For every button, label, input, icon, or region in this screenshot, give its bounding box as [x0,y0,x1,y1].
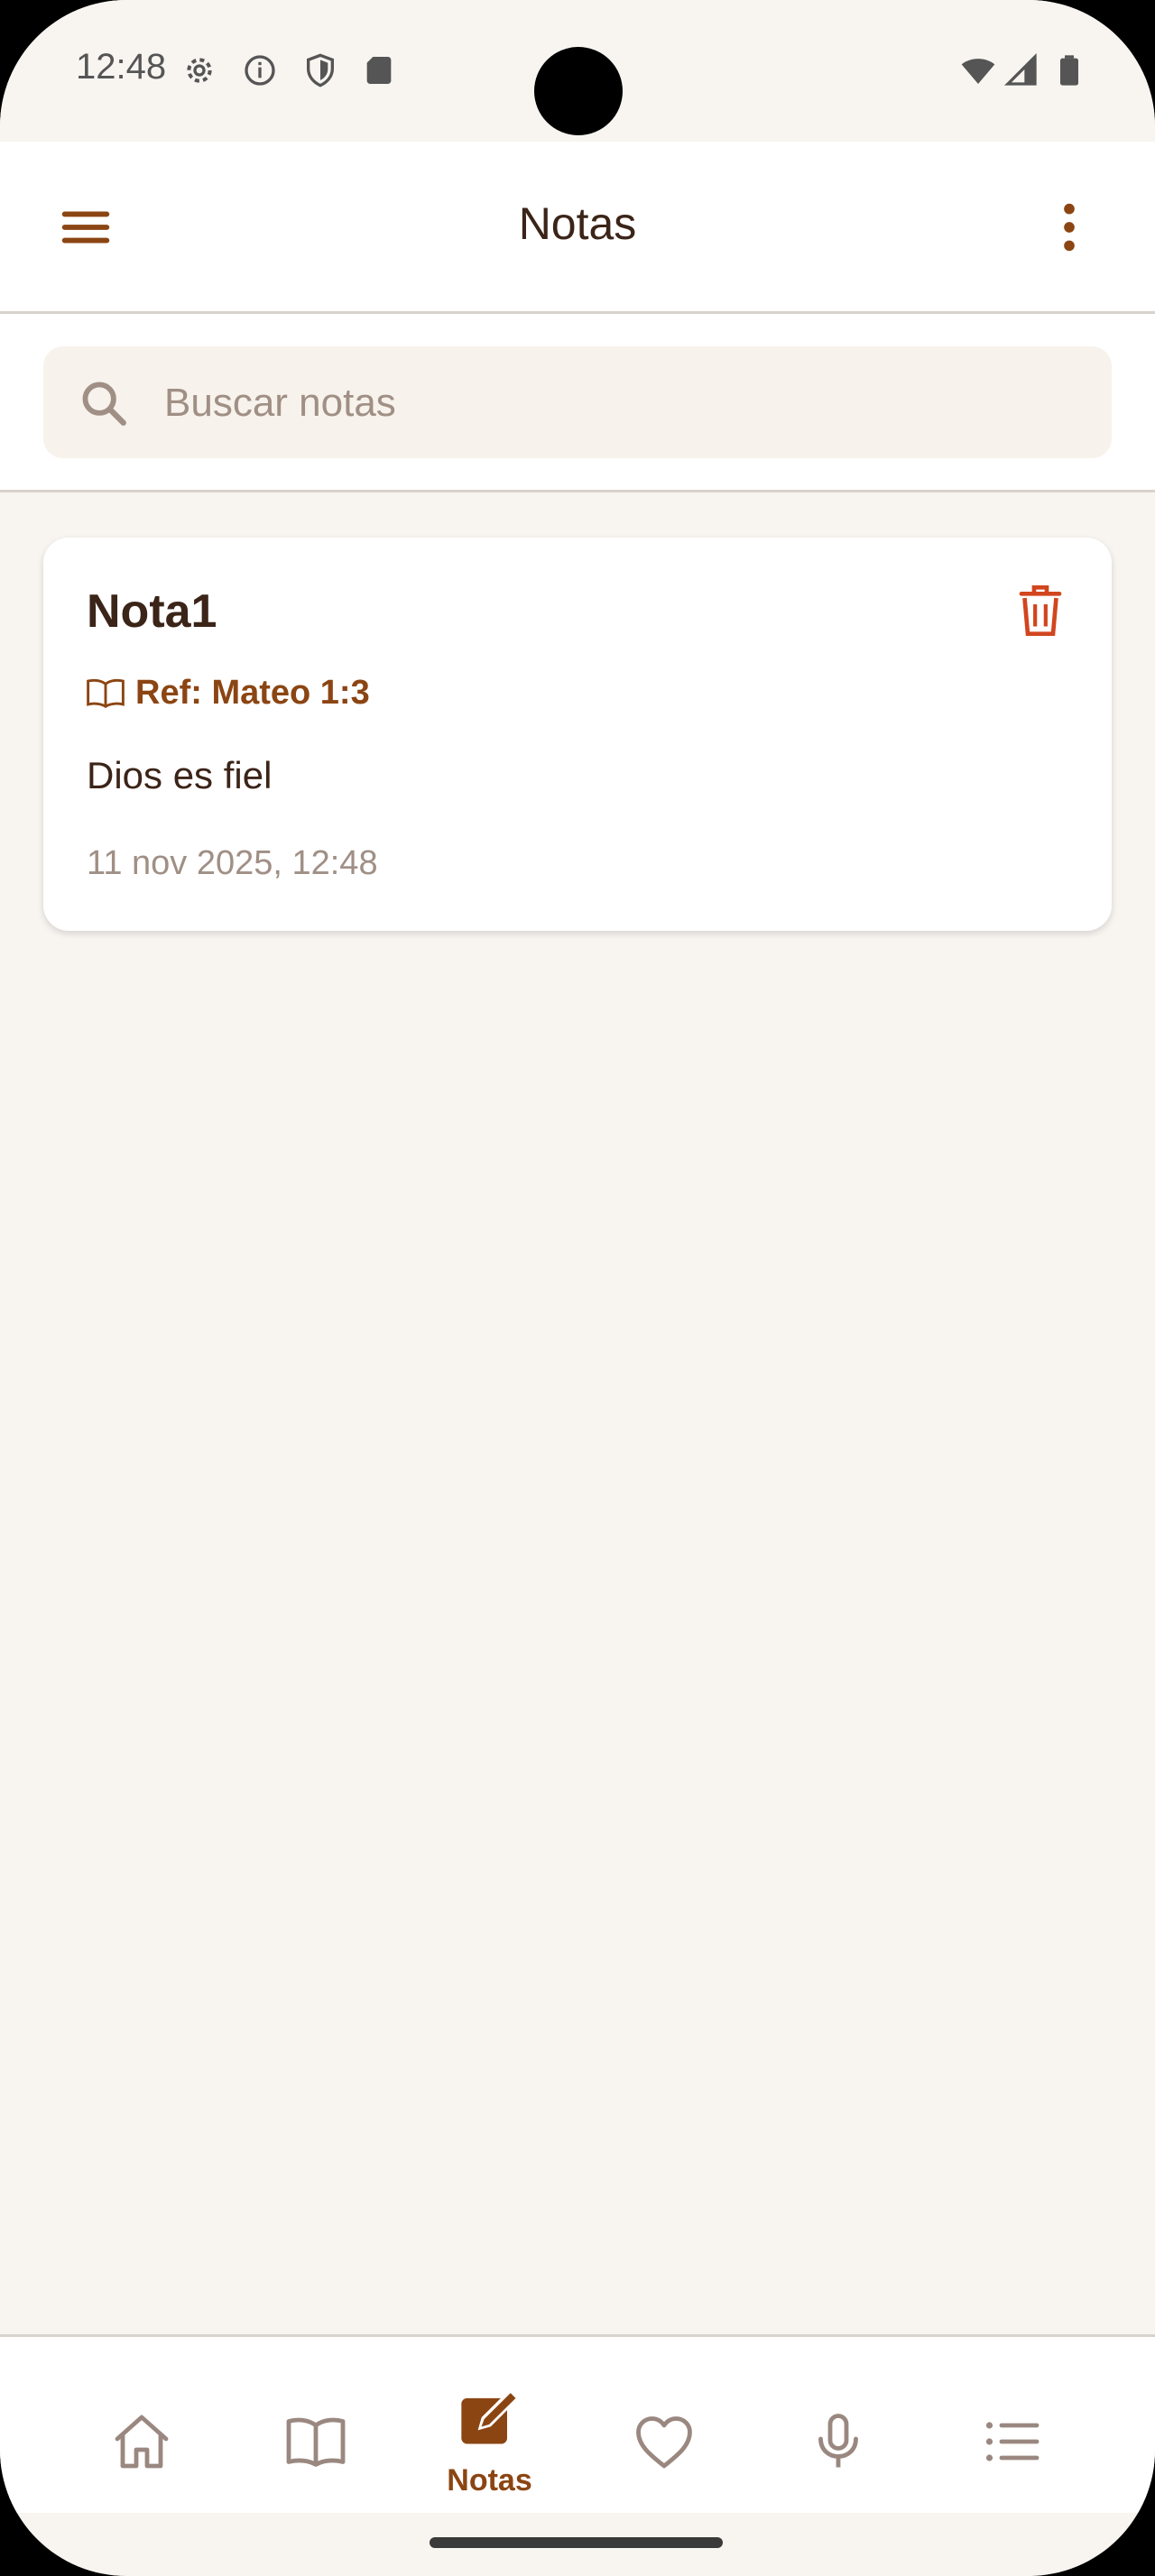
page-title: Notas [518,198,637,249]
nav-notes-label: Notas [447,2463,532,2498]
book-icon [286,2417,345,2467]
nav-notes[interactable]: Notas [393,2337,586,2513]
list-icon [985,2422,1039,2461]
search-input[interactable] [162,346,1068,460]
note-card[interactable]: Nota1 Ref: Mateo 1:3 Dios es fiel 11 nov… [43,538,1112,931]
info-icon [245,55,275,86]
note-reference: Ref: Mateo 1:3 [87,673,370,713]
wifi-icon [961,59,995,84]
heart-icon [635,2416,692,2469]
nav-menu-list[interactable] [916,2337,1108,2513]
search-icon [82,382,126,426]
search-bar[interactable] [43,346,1112,460]
microphone-icon [818,2414,858,2468]
shield-icon [307,53,334,87]
search-section [0,314,1155,492]
note-date: 11 nov 2025, 12:48 [87,844,378,882]
status-bar: 12:48 [0,0,1155,142]
app-bar: Notas [0,142,1155,314]
nav-favorites[interactable] [568,2337,760,2513]
status-time: 12:48 [76,47,167,87]
edit-note-icon [460,2388,519,2444]
more-vertical-icon[interactable] [1038,191,1101,263]
nav-home[interactable] [45,2337,237,2513]
nav-audio[interactable] [742,2337,934,2513]
home-icon [115,2415,168,2469]
trash-icon[interactable] [1015,583,1066,639]
note-title: Nota1 [87,585,217,638]
signal-icon [1003,52,1037,86]
gear-icon [187,58,212,83]
nav-bible[interactable] [219,2337,411,2513]
gesture-handle[interactable] [430,2537,723,2548]
bottom-navigation: Notas [0,2334,1155,2513]
sd-card-icon [366,57,392,84]
note-body: Dios es fiel [87,754,273,796]
book-open-icon [87,678,125,708]
note-reference-text: Ref: Mateo 1:3 [135,673,370,712]
screen: 12:48 Notas Buscar notas Nota1 Ref: Mate… [0,0,1155,2576]
front-camera [534,47,623,135]
battery-icon [1060,55,1078,86]
